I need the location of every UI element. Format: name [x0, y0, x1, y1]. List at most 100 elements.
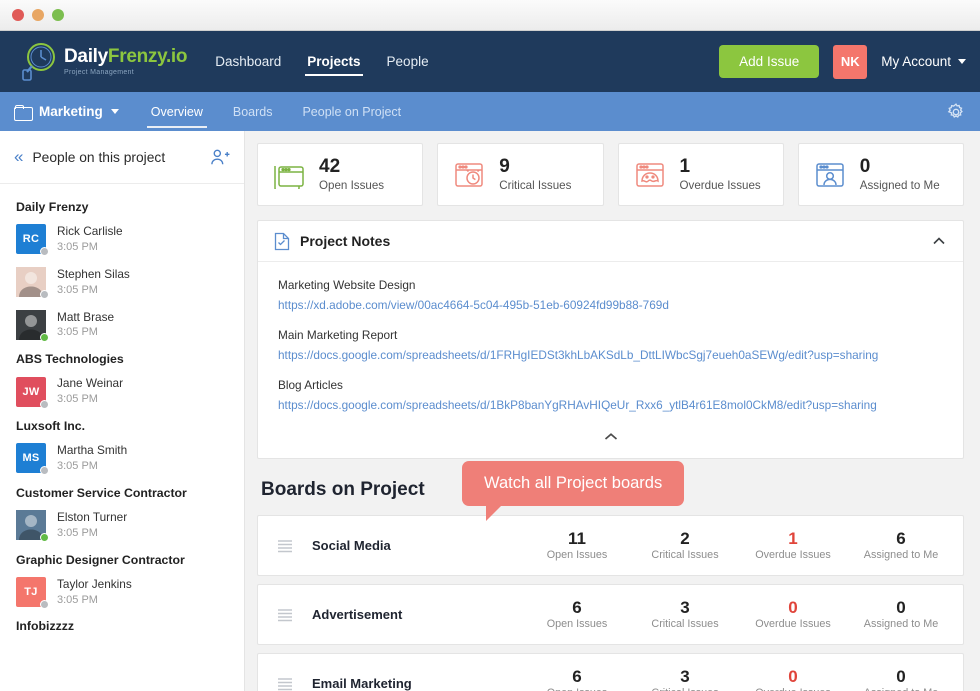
note-document-icon: [274, 232, 290, 251]
brand-name-frenzy: Frenzy: [107, 46, 166, 67]
stat-label: Overdue Issues: [679, 178, 761, 192]
board-row[interactable]: Social Media 11 Open Issues 2 Critical Issue…: [257, 515, 964, 576]
folder-icon: [14, 104, 33, 121]
project-bar: Marketing Overview Boards People on Proj…: [0, 92, 980, 131]
project-notes-header[interactable]: Project Notes: [258, 221, 963, 262]
stat-text: 1 Overdue Issues: [680, 157, 761, 192]
stat-card-open-issues[interactable]: 42 Open Issues: [257, 143, 424, 206]
boards-heading: Boards on Project: [261, 479, 425, 500]
people-list[interactable]: Daily Frenzy RC Rick Carlisle 3:05 PM Stephe…: [0, 184, 244, 691]
collapse-sidebar-icon[interactable]: «: [14, 147, 24, 167]
person-list-item[interactable]: Matt Brase 3:05 PM: [16, 310, 230, 342]
stat-card-assigned-to-me[interactable]: 0 Assigned to Me: [797, 143, 964, 206]
window-minimize-button[interactable]: [32, 9, 44, 21]
stat-value: 1: [679, 156, 691, 178]
nav-right-group: Add Issue NK My Account: [719, 44, 966, 79]
person-list-item[interactable]: MS Martha Smith 3:05 PM: [16, 443, 230, 476]
board-stat-value: 6: [572, 597, 582, 617]
tab-overview[interactable]: Overview: [146, 95, 207, 128]
note-link[interactable]: https://xd.adobe.com/view/00ac4664-5c04-…: [278, 298, 669, 312]
board-stat-label: Assigned to Me: [863, 618, 939, 631]
boards-list: Social Media 11 Open Issues 2 Critical Issue…: [257, 515, 964, 691]
project-note-item: Main Marketing Report https://docs.google…: [278, 328, 947, 364]
board-stat-value: 0: [788, 597, 798, 617]
people-sidebar: « People on this project Daily Frenzy RC R…: [0, 131, 245, 691]
board-stat-value: 6: [896, 528, 906, 548]
person-list-item[interactable]: TJ Taylor Jenkins 3:05 PM: [16, 577, 230, 609]
user-avatar[interactable]: NK: [833, 44, 868, 79]
board-row[interactable]: Advertisement 6 Open Issues 3 Critical Issue…: [257, 584, 964, 645]
user-window-icon: [813, 161, 847, 189]
person-name: Stephen Silas: [57, 266, 130, 281]
person-avatar: RC: [16, 224, 49, 257]
project-name-label: Marketing: [39, 104, 103, 119]
top-navigation-bar: DailyFrenzy.io Project Management Dashbo…: [0, 31, 980, 92]
drag-handle-icon[interactable]: [276, 676, 294, 691]
person-time: 3:05 PM: [57, 240, 98, 253]
note-link[interactable]: https://docs.google.com/spreadsheets/d/1…: [278, 348, 878, 362]
os-titlebar: [0, 0, 980, 31]
stat-card-critical-issues[interactable]: 9 Critical Issues: [437, 143, 604, 206]
expand-notes-button[interactable]: [258, 432, 963, 458]
board-stat-value: 0: [896, 597, 906, 617]
my-account-menu[interactable]: My Account: [881, 54, 966, 69]
project-selector[interactable]: Marketing: [14, 104, 119, 121]
person-time: 3:05 PM: [57, 283, 98, 296]
board-stat-value: 11: [568, 528, 586, 548]
add-issue-button[interactable]: Add Issue: [719, 45, 820, 78]
board-row[interactable]: Email Marketing6Open Issues3Critical Iss…: [257, 653, 964, 691]
person-info: Rick Carlisle 3:05 PM: [57, 224, 123, 255]
windows-icon: [272, 161, 306, 191]
board-stat-label: Critical Issues: [631, 687, 739, 691]
presence-status-dot: [40, 399, 49, 409]
drag-handle-icon[interactable]: [276, 607, 294, 623]
person-info: Martha Smith 3:05 PM: [57, 443, 127, 474]
person-list-item[interactable]: JW Jane Weinar 3:05 PM: [16, 376, 230, 409]
board-stat-open: 11 Open Issues: [523, 528, 631, 562]
note-label: Main Marketing Report: [278, 328, 398, 342]
board-name: Social Media: [312, 538, 391, 553]
board-stat-label: Overdue Issues: [739, 687, 847, 691]
window-close-button[interactable]: [12, 9, 24, 21]
nav-link-projects[interactable]: Projects: [305, 48, 363, 76]
brand-logo[interactable]: DailyFrenzy.io Project Management: [18, 40, 188, 84]
clock-magnifier-icon: [18, 40, 62, 84]
board-stat-label: Open Issues: [546, 549, 608, 562]
person-time: 3:05 PM: [57, 593, 98, 606]
presence-status-dot: [40, 466, 49, 476]
brand-name-daily: Daily: [64, 46, 108, 67]
issue-stat-cards: 42 Open Issues 9 Critical Issues 1 Overdue Is…: [257, 143, 964, 206]
presence-status-dot: [40, 290, 49, 300]
person-list-item[interactable]: Stephen Silas 3:05 PM: [16, 266, 230, 300]
collapse-notes-icon[interactable]: [931, 233, 947, 249]
settings-gear-icon[interactable]: [946, 102, 966, 122]
board-stat-overdue: 0Overdue Issues: [739, 667, 847, 691]
nav-link-dashboard[interactable]: Dashboard: [213, 48, 283, 75]
tab-people-on-project[interactable]: People on Project: [298, 95, 405, 128]
project-notes-title: Project Notes: [300, 233, 391, 249]
watch-boards-tooltip: Watch all Project boards: [462, 461, 685, 521]
stat-card-overdue-issues[interactable]: 1 Overdue Issues: [617, 143, 784, 206]
note-label: Blog Articles: [278, 378, 343, 392]
board-stat-label: Critical Issues: [651, 549, 719, 562]
board-stat-overdue: 0Overdue Issues: [739, 597, 847, 630]
person-name: Jane Weinar: [57, 376, 124, 391]
stat-text: 42 Open Issues: [319, 157, 384, 192]
add-person-icon[interactable]: [210, 148, 230, 166]
note-link[interactable]: https://docs.google.com/spreadsheets/d/1…: [278, 398, 877, 412]
drag-handle-icon[interactable]: [276, 538, 294, 554]
board-stat-label: Open Issues: [546, 618, 608, 631]
nav-link-people[interactable]: People: [385, 48, 431, 75]
stat-label: Critical Issues: [499, 178, 572, 192]
sidebar-header: « People on this project: [0, 131, 244, 184]
board-stat-label: Overdue Issues: [755, 549, 831, 562]
window-maximize-button[interactable]: [52, 9, 64, 21]
stat-value: 42: [319, 156, 341, 178]
person-list-item[interactable]: RC Rick Carlisle 3:05 PM: [16, 224, 230, 257]
tab-boards[interactable]: Boards: [229, 95, 277, 128]
app-window: DailyFrenzy.io Project Management Dashbo…: [0, 0, 980, 691]
person-list-item[interactable]: Elston Turner 3:05 PM: [16, 510, 230, 543]
board-stat-critical: 2 Critical Issues: [631, 529, 739, 562]
stat-value: 0: [859, 156, 871, 178]
person-time: 3:05 PM: [57, 393, 98, 406]
